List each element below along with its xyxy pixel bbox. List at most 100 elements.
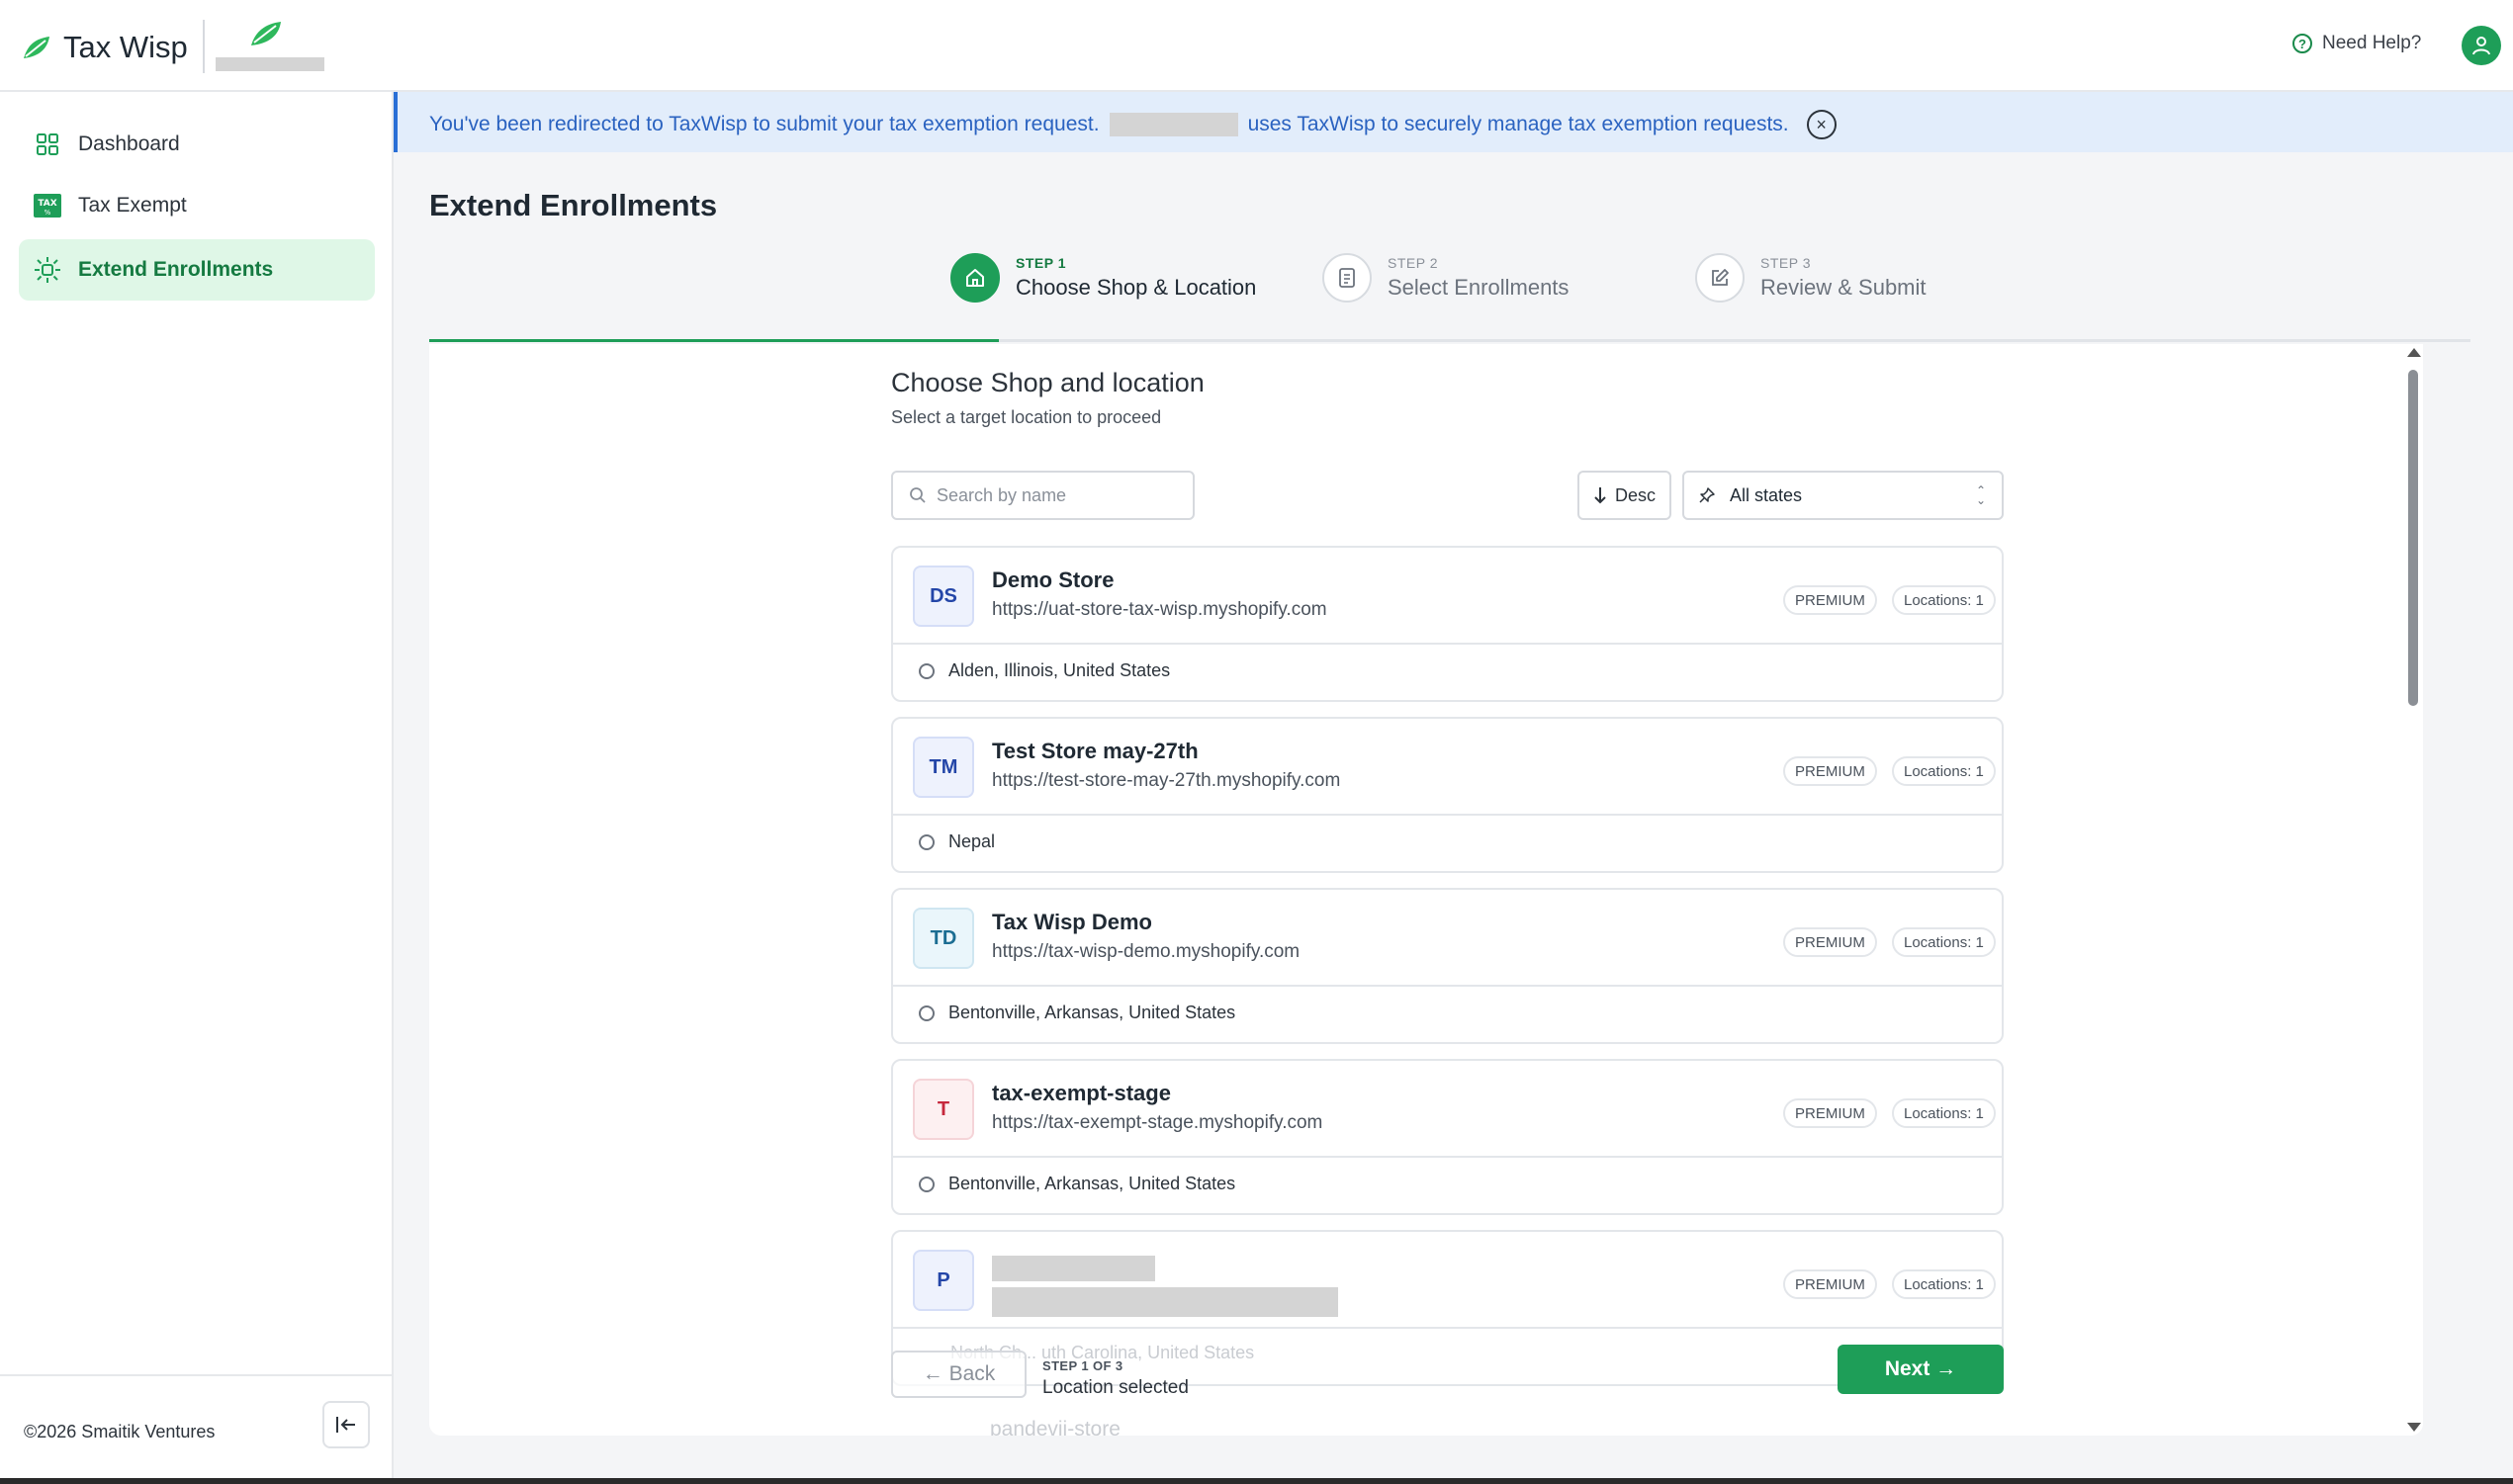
state-select-value: All states [1730, 484, 1803, 505]
store-card[interactable]: T tax-exempt-stage https://tax-exempt-st… [891, 1059, 2004, 1215]
store-name: Demo Store [992, 567, 1115, 592]
step-number: STEP 3 [1760, 255, 1811, 271]
step-2[interactable]: STEP 2 Select Enrollments [1322, 253, 1569, 303]
partner-leaf-icon [251, 22, 281, 45]
sort-label: Desc [1614, 484, 1656, 505]
store-card[interactable]: DS Demo Store https://uat-store-tax-wisp… [891, 546, 2004, 702]
arrow-down-icon [1594, 487, 1606, 504]
plan-badge: PREMIUM [1783, 1269, 1877, 1299]
brand-name: Tax Wisp [63, 30, 188, 64]
location-option[interactable]: Bentonville, Arkansas, United States [919, 1174, 1235, 1194]
tax-icon: TAX % [33, 191, 62, 220]
next-button[interactable]: Next → [1838, 1345, 2004, 1394]
sidebar-item-label: Dashboard [78, 132, 180, 155]
step-1[interactable]: STEP 1 Choose Shop & Location [950, 253, 1256, 303]
location-label: Alden, Illinois, United States [948, 660, 1171, 680]
store-avatar: P [913, 1250, 974, 1311]
store-url: https://tax-exempt-stage.myshopify.com [992, 1112, 1323, 1133]
locations-badge: Locations: 1 [1892, 1269, 1996, 1299]
step-progress-label: STEP 1 OF 3 [1042, 1358, 1123, 1373]
selection-status: Location selected [1042, 1377, 1189, 1398]
faded-store-name: pandevii-store [990, 1418, 1121, 1436]
scroll-thumb[interactable] [2408, 370, 2418, 706]
store-card[interactable]: TD Tax Wisp Demo https://tax-wisp-demo.m… [891, 888, 2004, 1044]
section-title: Choose Shop and location [891, 368, 1205, 397]
plan-badge: PREMIUM [1783, 927, 1877, 957]
section-subtitle: Select a target location to proceed [891, 407, 1162, 427]
scroll-down-arrow[interactable] [2407, 1423, 2421, 1432]
store-avatar: TD [913, 908, 974, 969]
svg-text:TAX: TAX [38, 199, 56, 209]
store-name: Tax Wisp Demo [992, 910, 1152, 934]
state-select[interactable]: All states ⌃ ⌄ [1682, 471, 2004, 520]
step-number: STEP 1 [1016, 255, 1066, 271]
store-card[interactable]: TM Test Store may-27th https://test-stor… [891, 717, 2004, 873]
copyright: ©2026 Smaitik Ventures [24, 1422, 216, 1441]
redacted-merchant-name [1109, 113, 1238, 136]
page-title: Extend Enrollments [429, 188, 718, 222]
location-radio[interactable] [919, 833, 935, 850]
search-input[interactable] [937, 484, 1174, 506]
brand[interactable]: Tax Wisp [22, 30, 188, 65]
stepper-progress [429, 339, 999, 342]
location-radio[interactable] [919, 1004, 935, 1021]
step-label: Review & Submit [1760, 275, 1927, 300]
sidebar-item-label: Tax Exempt [78, 194, 187, 217]
grid-icon [33, 130, 62, 159]
locations-badge: Locations: 1 [1892, 927, 1996, 957]
plan-badge: PREMIUM [1783, 756, 1877, 786]
brand-divider [203, 20, 205, 73]
scroll-up-arrow[interactable] [2407, 348, 2421, 357]
svg-text:%: % [45, 209, 51, 217]
pin-icon [1699, 487, 1715, 503]
step-label: Select Enrollments [1388, 275, 1570, 300]
sidebar-item-tax-exempt[interactable]: TAX % Tax Exempt [19, 175, 375, 236]
location-option[interactable]: Bentonville, Arkansas, United States [919, 1003, 1235, 1023]
leaf-logo-icon [24, 37, 49, 58]
plan-badge: PREMIUM [1783, 1098, 1877, 1128]
close-icon[interactable]: × [1806, 110, 1837, 139]
sidebar-item-extend-enrollments[interactable]: Extend Enrollments [19, 239, 375, 301]
store-url: https://tax-wisp-demo.myshopify.com [992, 941, 1301, 962]
location-option[interactable]: Nepal [919, 831, 995, 852]
sparkle-icon [33, 255, 62, 285]
sidebar-item-dashboard[interactable]: Dashboard [19, 114, 375, 175]
store-avatar: TM [913, 737, 974, 798]
location-radio[interactable] [919, 662, 935, 679]
step-3[interactable]: STEP 3 Review & Submit [1695, 253, 1927, 303]
question-icon: ? [2292, 34, 2312, 53]
step-number: STEP 2 [1388, 255, 1438, 271]
sort-button[interactable]: Desc [1577, 471, 1671, 520]
edit-icon [1695, 253, 1745, 303]
sidebar-item-label: Extend Enrollments [78, 258, 274, 281]
redacted-store-url [992, 1287, 1338, 1317]
collapse-sidebar-button[interactable] [322, 1401, 370, 1448]
sidebar: Dashboard TAX % Tax Exempt Extend Enroll… [0, 92, 394, 1478]
location-label: Nepal [948, 831, 996, 851]
need-help-link[interactable]: ? Need Help? [2292, 33, 2421, 54]
stepper: STEP 1 Choose Shop & Location STEP 2 Sel… [429, 247, 2470, 342]
locations-badge: Locations: 1 [1892, 1098, 1996, 1128]
location-radio[interactable] [919, 1176, 935, 1192]
back-button[interactable]: ← Back [891, 1351, 1027, 1398]
search-icon [910, 487, 926, 503]
step-label: Choose Shop & Location [1016, 275, 1257, 300]
document-icon [1322, 253, 1372, 303]
panel-scrollbar[interactable] [2403, 344, 2423, 1436]
store-avatar: DS [913, 566, 974, 627]
top-bar: Tax Wisp ? Need Help? [0, 0, 2513, 92]
redacted-partner-name [216, 57, 324, 71]
locations-badge: Locations: 1 [1892, 756, 1996, 786]
store-avatar: T [913, 1079, 974, 1140]
user-icon [2472, 37, 2490, 55]
sidebar-footer: ©2026 Smaitik Ventures [0, 1374, 392, 1478]
location-label: Bentonville, Arkansas, United States [948, 1174, 1236, 1193]
location-label: Bentonville, Arkansas, United States [948, 1003, 1236, 1022]
location-option[interactable]: Alden, Illinois, United States [919, 660, 1170, 681]
user-avatar[interactable] [2462, 26, 2501, 65]
store-name: Test Store may-27th [992, 739, 1199, 763]
search-box[interactable] [891, 471, 1195, 520]
banner-text-before: You've been redirected to TaxWisp to sub… [429, 113, 1100, 135]
wizard-footer: ← Back STEP 1 OF 3 Location selected Nex… [891, 1345, 2004, 1404]
window-bottom-edge [0, 1478, 2513, 1484]
